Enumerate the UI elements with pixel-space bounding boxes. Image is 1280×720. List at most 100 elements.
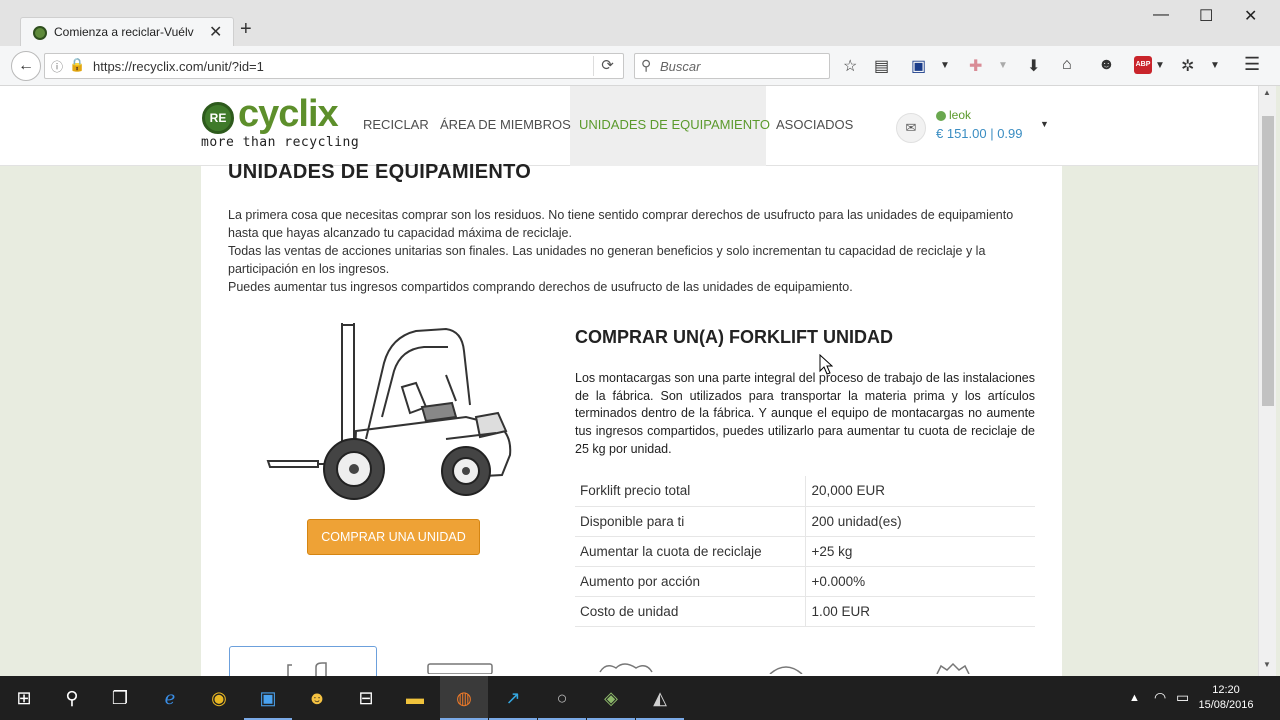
unit-thumbnail-roller-icon[interactable] [756, 660, 826, 674]
windows-logo-icon: ⊞ [16, 688, 32, 708]
folder-icon: ▬ [406, 688, 424, 708]
tool-app-icon: ◭ [653, 688, 667, 708]
nav-item-reciclar[interactable]: RECICLAR [363, 117, 429, 132]
app-arrow[interactable]: ↗ [489, 676, 537, 720]
app-window-icon: ▣ [259, 688, 277, 708]
browser-tab[interactable]: Comienza a reciclar-Vuélv ✕ [20, 17, 234, 47]
user-name[interactable]: leok [949, 108, 971, 122]
url-text[interactable]: https://recyclix.com/unit/?id=1 [93, 59, 264, 74]
close-tab-icon[interactable]: ✕ [209, 22, 222, 42]
spec-label: Forklift precio total [575, 476, 805, 507]
messages-button[interactable]: ✉ [896, 113, 926, 143]
network-icon[interactable]: ◠ [1154, 689, 1166, 706]
unit-thumbnail-machine-icon[interactable] [426, 660, 496, 674]
nav-item-asociados[interactable]: ASOCIADOS [776, 117, 853, 132]
close-window-icon[interactable]: ✕ [1244, 6, 1257, 26]
start-button[interactable]: ⊞ [0, 676, 48, 720]
search-input[interactable]: ⚲ Buscar [634, 53, 830, 79]
intro-paragraph: La primera cosa que necesitas comprar so… [228, 208, 1014, 240]
scrollbar-thumb[interactable] [1262, 116, 1274, 406]
file-explorer-app[interactable]: ▬ [391, 676, 439, 720]
user-balance[interactable]: € 151.00 | 0.99 [936, 126, 1023, 141]
app-tool[interactable]: ◭ [636, 676, 684, 720]
spec-label: Costo de unidad [575, 596, 805, 627]
spec-label: Disponible para ti [575, 506, 805, 537]
reading-list-icon[interactable]: ▤ [874, 56, 889, 76]
table-row: Aumento por acción +0.000% [575, 566, 1035, 597]
logo-badge[interactable]: RE [202, 102, 234, 134]
table-row: Costo de unidad 1.00 EUR [575, 596, 1035, 627]
clock-date: 15/08/2016 [1198, 699, 1254, 711]
diamond-app-icon: ◈ [604, 688, 618, 708]
minimize-icon[interactable]: — [1153, 6, 1169, 24]
extension-icon[interactable]: ✚ [969, 56, 982, 76]
circle-app-icon: ○ [556, 688, 568, 708]
mouse-cursor-icon [819, 354, 833, 375]
firefox-app[interactable]: ◍ [440, 676, 488, 720]
task-view-button[interactable]: ❐ [96, 676, 144, 720]
forklift-thumbnail-icon [287, 662, 327, 676]
unit-thumbnail-crusher-icon[interactable] [596, 660, 666, 674]
user-menu-caret-icon[interactable]: ▼ [1040, 119, 1049, 129]
app-diamond[interactable]: ◈ [587, 676, 635, 720]
scroll-down-icon[interactable]: ▼ [1263, 660, 1271, 669]
product-description: Los montacargas son una parte integral d… [575, 371, 1036, 456]
adblock-icon[interactable]: ABP [1134, 56, 1152, 74]
save-icon[interactable]: ▣ [911, 56, 926, 76]
spec-value: 20,000 EUR [804, 476, 1035, 507]
page-scrollbar[interactable]: ▲ ▼ [1258, 86, 1276, 676]
lock-icon: 🔒 [69, 57, 86, 72]
tray-chevron-up-icon[interactable]: ▲ [1129, 692, 1140, 704]
search-taskbar-button[interactable]: ⚲ [48, 676, 96, 720]
store-app[interactable]: ⊟ [342, 676, 390, 720]
back-button[interactable]: ← [11, 51, 41, 81]
chevron-down-icon[interactable]: ▼ [1210, 60, 1220, 71]
chevron-down-icon[interactable]: ▼ [998, 60, 1008, 71]
reload-icon[interactable]: ⟳ [593, 56, 621, 76]
spec-value: +25 kg [804, 536, 1035, 567]
download-icon[interactable]: ⬇ [1027, 56, 1040, 76]
unit-thumbnail-gear-icon[interactable] [921, 660, 991, 674]
smiley-app-icon: ☻ [307, 688, 327, 708]
chrome-icon: ◉ [211, 688, 227, 708]
tab-title: Comienza a reciclar-Vuélv [54, 25, 194, 39]
nav-item-unidades[interactable]: UNIDADES DE EQUIPAMIENTO [579, 117, 770, 132]
nav-item-area-miembros[interactable]: ÁREA DE MIEMBROS [440, 117, 571, 132]
system-clock[interactable]: 12:20 15/08/2016 [1196, 683, 1256, 713]
app-running[interactable]: ▣ [244, 676, 292, 720]
envelope-icon: ✉ [905, 120, 917, 135]
bookmark-star-icon[interactable]: ☆ [843, 56, 857, 76]
product-title: COMPRAR UN(A) FORKLIFT UNIDAD [575, 327, 893, 347]
main-content: UNIDADES DE EQUIPAMIENTO La primera cosa… [201, 161, 1062, 676]
chevron-down-icon[interactable]: ▼ [1155, 60, 1165, 71]
scroll-up-icon[interactable]: ▲ [1263, 88, 1271, 97]
table-row: Disponible para ti 200 unidad(es) [575, 506, 1035, 537]
app-smiley[interactable]: ☻ [293, 676, 341, 720]
extension-bug-icon[interactable]: ✲ [1181, 56, 1194, 76]
app-circle[interactable]: ○ [538, 676, 586, 720]
edge-app[interactable]: ℯ [146, 676, 194, 720]
taskbar: ⊞ ⚲ ❐ ℯ ◉ ▣ ☻ ⊟ ▬ ◍ ↗ ○ ◈ ◭ ▲ ◠ ▭ 12:20 … [0, 676, 1280, 720]
maximize-icon[interactable]: ☐ [1199, 6, 1213, 26]
spec-label: Aumento por acción [575, 566, 805, 597]
table-row: Aumentar la cuota de reciclaje +25 kg [575, 536, 1035, 567]
menu-hamburger-icon[interactable]: ☰ [1244, 54, 1260, 75]
task-view-icon: ❐ [111, 688, 129, 708]
buy-unit-button[interactable]: COMPRAR UNA UNIDAD [307, 519, 480, 555]
store-icon: ⊟ [358, 688, 374, 708]
unit-thumbnail-selected[interactable] [229, 646, 377, 676]
url-bar[interactable]: ⓘ 🔒 https://recyclix.com/unit/?id=1 ⟳ [44, 53, 624, 79]
online-status-icon [936, 111, 946, 121]
chevron-down-icon[interactable]: ▼ [940, 60, 950, 71]
chrome-app[interactable]: ◉ [195, 676, 243, 720]
notifications-icon[interactable]: ▭ [1176, 689, 1189, 706]
new-tab-icon[interactable]: + [240, 18, 252, 41]
logo-text[interactable]: cyclix [238, 94, 339, 134]
info-icon[interactable]: ⓘ [51, 58, 63, 75]
smiley-icon[interactable]: ☻ [1098, 56, 1115, 74]
home-icon[interactable]: ⌂ [1062, 56, 1072, 74]
arrow-left-icon: ← [18, 57, 34, 74]
search-icon: ⚲ [641, 57, 652, 73]
specs-table: Forklift precio total 20,000 EUR Disponi… [575, 476, 1035, 627]
search-placeholder: Buscar [660, 59, 701, 74]
